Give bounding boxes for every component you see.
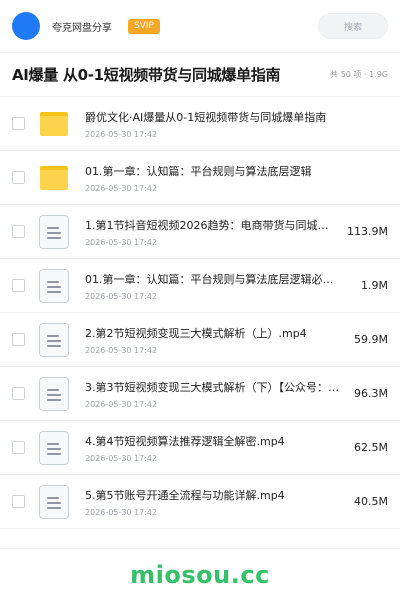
- page-title: AI爆量 从0-1短视频带货与同城爆单指南: [12, 66, 281, 84]
- item-date: 2026-05-30 17:42: [85, 129, 158, 139]
- item-info: 爵优文化·AI爆量从0-1短视频带货与同城爆单指南 2026-05-30 17:4…: [85, 109, 388, 139]
- file-icon: [37, 214, 71, 249]
- item-size: 40.5M: [354, 495, 388, 508]
- select-checkbox[interactable]: [12, 441, 25, 454]
- item-name[interactable]: 4.第4节短视频算法推荐逻辑全解密.mp4: [85, 433, 340, 449]
- select-checkbox[interactable]: [12, 117, 25, 130]
- item-name[interactable]: 爵优文化·AI爆量从0-1短视频带货与同城爆单指南: [85, 109, 340, 125]
- search-input[interactable]: 搜索: [318, 13, 388, 39]
- item-date: 2026-05-30 17:42: [85, 507, 158, 517]
- file-list: 爵优文化·AI爆量从0-1短视频带货与同城爆单指南 2026-05-30 17:4…: [0, 96, 400, 529]
- item-date: 2026-05-30 17:42: [85, 183, 158, 193]
- item-name[interactable]: 2.第2节短视频变现三大模式解析（上）.mp4: [85, 325, 340, 341]
- item-size: 59.9M: [354, 333, 388, 346]
- item-size: 96.3M: [354, 387, 388, 400]
- select-checkbox[interactable]: [12, 333, 25, 346]
- list-item[interactable]: 01.第一章：认知篇：平台规则与算法底层逻辑必看.… 2026-05-30 17:…: [0, 259, 400, 313]
- folder-meta: 共 50 项 · 1.9G: [330, 70, 388, 79]
- item-info: 4.第4节短视频算法推荐逻辑全解密.mp4 2026-05-30 17:42: [85, 433, 340, 463]
- select-checkbox[interactable]: [12, 387, 25, 400]
- avatar[interactable]: [12, 12, 40, 40]
- share-header: 夸克网盘分享 SVIP 搜索: [0, 0, 400, 52]
- select-checkbox[interactable]: [12, 225, 25, 238]
- item-name[interactable]: 3.第3节短视频变现三大模式解析（下）【公众号：密…: [85, 379, 340, 395]
- footer: miosou.cc: [0, 548, 400, 600]
- item-name[interactable]: 01.第一章：认知篇：平台规则与算法底层逻辑必看.…: [85, 271, 340, 287]
- list-item[interactable]: 01.第一章：认知篇：平台规则与算法底层逻辑 2026-05-30 17:42: [0, 151, 400, 205]
- item-date: 2026-05-30 17:42: [85, 399, 158, 409]
- list-item[interactable]: 2.第2节短视频变现三大模式解析（上）.mp4 2026-05-30 17:42 5…: [0, 313, 400, 367]
- list-item[interactable]: 爵优文化·AI爆量从0-1短视频带货与同城爆单指南 2026-05-30 17:4…: [0, 97, 400, 151]
- item-size: 1.9M: [361, 279, 388, 292]
- item-info: 5.第5节账号开通全流程与功能详解.mp4 2026-05-30 17:42: [85, 487, 340, 517]
- list-item[interactable]: 4.第4节短视频算法推荐逻辑全解密.mp4 2026-05-30 17:42 62.…: [0, 421, 400, 475]
- list-item[interactable]: 3.第3节短视频变现三大模式解析（下）【公众号：密… 2026-05-30 17:…: [0, 367, 400, 421]
- file-icon: [37, 268, 71, 303]
- file-icon: [37, 322, 71, 357]
- select-checkbox[interactable]: [12, 279, 25, 292]
- list-item[interactable]: 5.第5节账号开通全流程与功能详解.mp4 2026-05-30 17:42 40.…: [0, 475, 400, 529]
- item-info: 01.第一章：认知篇：平台规则与算法底层逻辑 2026-05-30 17:42: [85, 163, 388, 193]
- item-date: 2026-05-30 17:42: [85, 291, 158, 301]
- item-size: 62.5M: [354, 441, 388, 454]
- item-name[interactable]: 01.第一章：认知篇：平台规则与算法底层逻辑: [85, 163, 340, 179]
- select-checkbox[interactable]: [12, 171, 25, 184]
- file-icon: [37, 484, 71, 519]
- item-date: 2026-05-30 17:42: [85, 345, 158, 355]
- brand-watermark: miosou.cc: [130, 560, 270, 589]
- item-date: 2026-05-30 17:42: [85, 237, 158, 247]
- item-info: 2.第2节短视频变现三大模式解析（上）.mp4 2026-05-30 17:42: [85, 325, 340, 355]
- item-info: 3.第3节短视频变现三大模式解析（下）【公众号：密… 2026-05-30 17:…: [85, 379, 340, 409]
- folder-icon: [37, 161, 71, 195]
- item-date: 2026-05-30 17:42: [85, 453, 158, 463]
- item-name[interactable]: 1.第1节抖音短视频2026趋势：电商带货与同城赛…: [85, 217, 339, 233]
- item-name[interactable]: 5.第5节账号开通全流程与功能详解.mp4: [85, 487, 340, 503]
- item-size: 113.9M: [347, 225, 388, 238]
- file-icon: [37, 430, 71, 465]
- list-item[interactable]: 1.第1节抖音短视频2026趋势：电商带货与同城赛… 2026-05-30 17:…: [0, 205, 400, 259]
- item-info: 1.第1节抖音短视频2026趋势：电商带货与同城赛… 2026-05-30 17:…: [85, 217, 339, 247]
- share-name: 夸克网盘分享: [52, 22, 112, 34]
- select-checkbox[interactable]: [12, 495, 25, 508]
- file-icon: [37, 376, 71, 411]
- item-info: 01.第一章：认知篇：平台规则与算法底层逻辑必看.… 2026-05-30 17:…: [85, 271, 340, 301]
- svip-badge: SVIP: [128, 18, 160, 34]
- folder-icon: [37, 107, 71, 141]
- folder-title-bar: AI爆量 从0-1短视频带货与同城爆单指南 共 50 项 · 1.9G: [0, 52, 400, 96]
